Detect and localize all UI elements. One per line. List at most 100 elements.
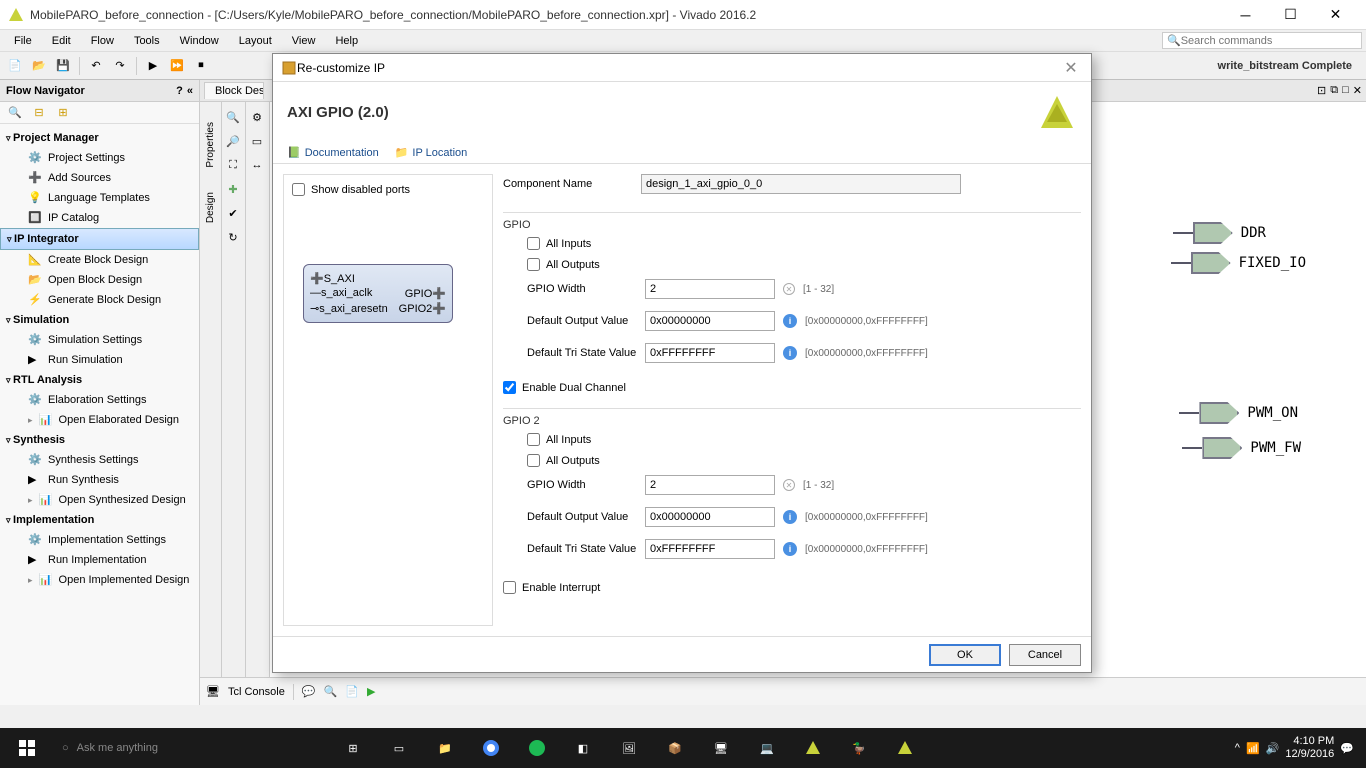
menu-layout[interactable]: Layout	[229, 33, 282, 49]
nav-open-block-design[interactable]: 📂Open Block Design	[0, 270, 199, 290]
nav-generate-block-design[interactable]: ⚡Generate Block Design	[0, 290, 199, 310]
tab-block-design[interactable]: Block Design	[204, 82, 264, 99]
undo-icon[interactable]: ↶	[85, 55, 107, 77]
dialog-close-button[interactable]: ✕	[1059, 56, 1083, 80]
restore-icon[interactable]: ⊡	[1317, 84, 1326, 97]
task-view-button[interactable]: ⊞	[330, 728, 376, 768]
nav-open-synthesized[interactable]: ▸📊Open Synthesized Design	[0, 490, 199, 510]
add-ip-icon[interactable]: ✚	[222, 178, 244, 200]
vtab-properties[interactable]: Properties	[203, 112, 218, 178]
enable-interrupt-checkbox[interactable]	[503, 581, 516, 594]
menu-flow[interactable]: Flow	[81, 33, 124, 49]
taskbar-app[interactable]: 💻	[744, 728, 790, 768]
menu-edit[interactable]: Edit	[42, 33, 81, 49]
all-inputs2-checkbox[interactable]	[527, 433, 540, 446]
log-icon[interactable]: 📄	[345, 685, 359, 698]
cancel-button[interactable]: Cancel	[1009, 644, 1081, 666]
regenerate-icon[interactable]: ↻	[222, 226, 244, 248]
zoom-out-icon[interactable]: 🔎	[222, 130, 244, 152]
port-ddr[interactable]: DDR	[1173, 222, 1266, 244]
run-tcl-icon[interactable]: ▶	[367, 685, 375, 698]
search-console-icon[interactable]: 🔍	[324, 685, 338, 698]
taskbar-spotify[interactable]	[514, 728, 560, 768]
gpio-dov-input[interactable]	[645, 311, 775, 331]
fit-icon[interactable]: ⛶	[222, 154, 244, 176]
new-icon[interactable]: 📄	[4, 55, 26, 77]
maximize-button[interactable]: ☐	[1268, 1, 1313, 29]
all-outputs2-checkbox[interactable]	[527, 454, 540, 467]
nav-project-settings[interactable]: ⚙️Project Settings	[0, 148, 199, 168]
gpio2-width-input[interactable]	[645, 475, 775, 495]
nav-elaboration-settings[interactable]: ⚙️Elaboration Settings	[0, 390, 199, 410]
menu-window[interactable]: Window	[170, 33, 229, 49]
run-all-icon[interactable]: ⏩	[166, 55, 188, 77]
taskbar-vivado[interactable]	[790, 728, 836, 768]
gpio-width-input[interactable]	[645, 279, 775, 299]
nav-run-implementation[interactable]: ▶Run Implementation	[0, 550, 199, 570]
nav-run-synthesis[interactable]: ▶Run Synthesis	[0, 470, 199, 490]
taskbar-app[interactable]: ◧	[560, 728, 606, 768]
taskbar-app[interactable]: 📦	[652, 728, 698, 768]
taskbar-app[interactable]: 🦆	[836, 728, 882, 768]
menu-file[interactable]: File	[4, 33, 42, 49]
notifications-icon[interactable]: 💬	[1340, 742, 1354, 755]
nav-run-simulation[interactable]: ▶Run Simulation	[0, 350, 199, 370]
nav-open-elaborated[interactable]: ▸📊Open Elaborated Design	[0, 410, 199, 430]
tool-icon[interactable]: ⚙	[246, 106, 268, 128]
nav-add-sources[interactable]: ➕Add Sources	[0, 168, 199, 188]
nav-language-templates[interactable]: 💡Language Templates	[0, 188, 199, 208]
nav-ip-catalog[interactable]: 🔲IP Catalog	[0, 208, 199, 228]
nav-implementation-settings[interactable]: ⚙️Implementation Settings	[0, 530, 199, 550]
taskbar-explorer[interactable]: 📁	[422, 728, 468, 768]
search-nav-icon[interactable]: 🔍	[4, 102, 26, 124]
documentation-link[interactable]: 📗Documentation	[287, 146, 379, 159]
tool-icon[interactable]: ↔	[246, 154, 268, 176]
info-icon[interactable]: i	[783, 542, 797, 556]
all-inputs-checkbox[interactable]	[527, 237, 540, 250]
taskbar-app[interactable]: 🖥	[698, 728, 744, 768]
collapse-icon[interactable]: «	[187, 85, 193, 97]
redo-icon[interactable]: ↷	[109, 55, 131, 77]
ip-location-link[interactable]: 📁IP Location	[395, 146, 468, 159]
nav-create-block-design[interactable]: 📐Create Block Design	[0, 250, 199, 270]
nav-simulation-settings[interactable]: ⚙️Simulation Settings	[0, 330, 199, 350]
stop-icon[interactable]: ⏹	[190, 55, 212, 77]
search-input[interactable]	[1181, 35, 1357, 47]
help-icon[interactable]: ?	[176, 85, 183, 97]
validate-icon[interactable]: ✔	[222, 202, 244, 224]
menu-view[interactable]: View	[282, 33, 326, 49]
run-icon[interactable]: ▶	[142, 55, 164, 77]
zoom-in-icon[interactable]: 🔍	[222, 106, 244, 128]
comp-name-input[interactable]	[641, 174, 961, 194]
start-button[interactable]	[4, 728, 50, 768]
clock[interactable]: 4:10 PM 12/9/2016	[1285, 735, 1334, 761]
port-pwm-fw[interactable]: PWM_FW	[1182, 437, 1301, 459]
info-icon[interactable]: i	[783, 314, 797, 328]
info-icon[interactable]: i	[783, 346, 797, 360]
tray-chevron-icon[interactable]: ^	[1235, 742, 1240, 754]
nav-section-ip-integrator[interactable]: IP Integrator	[0, 228, 199, 250]
nav-section-simulation[interactable]: Simulation	[0, 310, 199, 330]
tcl-console-tab[interactable]: Tcl Console	[228, 686, 285, 698]
taskbar-app[interactable]: 🖼	[606, 728, 652, 768]
taskbar-vivado-2[interactable]	[882, 728, 928, 768]
minimize-button[interactable]: ─	[1223, 1, 1268, 29]
info-icon[interactable]: i	[783, 510, 797, 524]
gpio2-dts-input[interactable]	[645, 539, 775, 559]
nav-section-implementation[interactable]: Implementation	[0, 510, 199, 530]
port-fixed-io[interactable]: FIXED_IO	[1171, 252, 1306, 274]
clear-icon[interactable]: ✕	[783, 479, 795, 491]
save-icon[interactable]: 💾	[52, 55, 74, 77]
maximize-panel-icon[interactable]: □	[1342, 84, 1349, 97]
nav-section-synthesis[interactable]: Synthesis	[0, 430, 199, 450]
menu-help[interactable]: Help	[325, 33, 368, 49]
gpio2-dov-input[interactable]	[645, 507, 775, 527]
tray-volume-icon[interactable]: 🔊	[1266, 742, 1280, 755]
tool-icon[interactable]: ▭	[246, 130, 268, 152]
taskbar-app[interactable]: ▭	[376, 728, 422, 768]
cortana-search[interactable]: ○Ask me anything	[50, 728, 330, 768]
ok-button[interactable]: OK	[929, 644, 1001, 666]
clear-icon[interactable]: ✕	[783, 283, 795, 295]
menu-tools[interactable]: Tools	[124, 33, 170, 49]
nav-synthesis-settings[interactable]: ⚙️Synthesis Settings	[0, 450, 199, 470]
